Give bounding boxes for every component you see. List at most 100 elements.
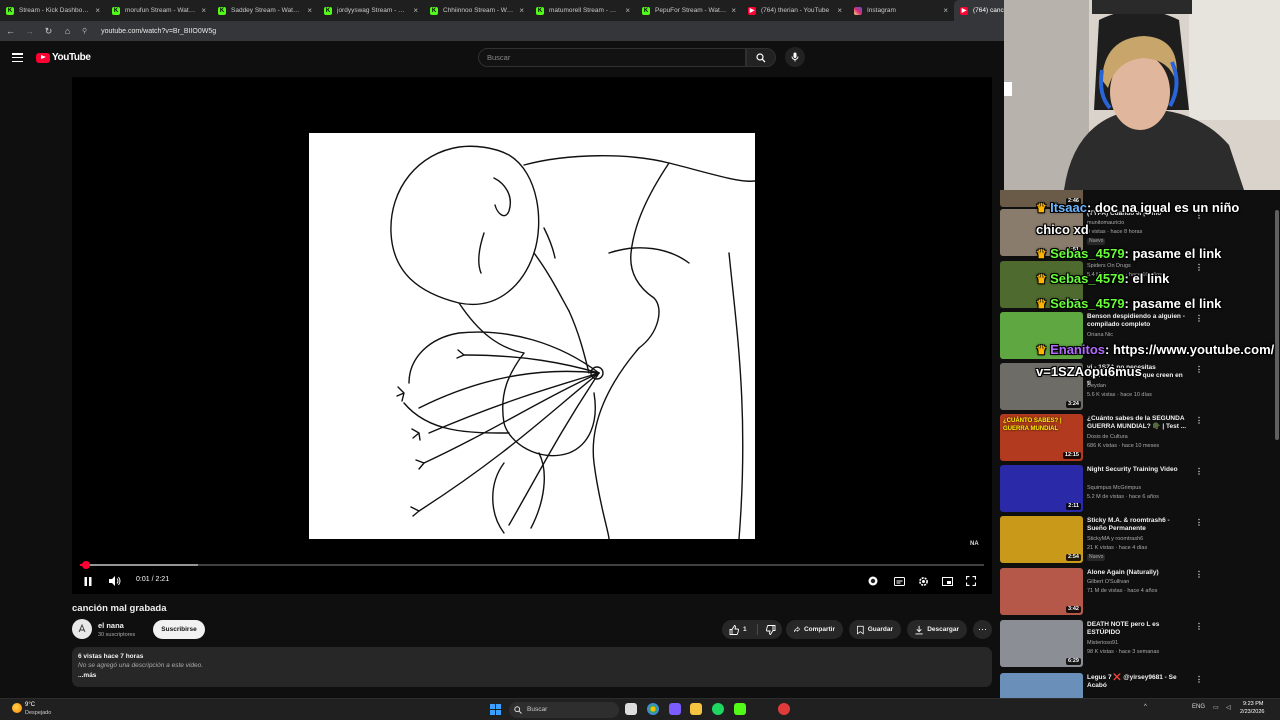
progress-bar[interactable] — [80, 561, 984, 569]
file-explorer-icon[interactable] — [690, 703, 702, 715]
like-button[interactable]: 1 — [722, 620, 756, 639]
app-icon[interactable] — [669, 703, 681, 715]
close-tab-icon[interactable]: × — [625, 6, 630, 15]
autoplay-toggle[interactable] — [866, 574, 880, 588]
menu-icon[interactable] — [12, 53, 23, 63]
kebab-menu-icon[interactable]: ⋮ — [1195, 416, 1203, 425]
browser-tab[interactable]: K Chhiinnoo Stream - Watc × — [424, 0, 530, 21]
forward-icon[interactable]: → — [25, 26, 34, 36]
recommended-video[interactable]: ¿CUÁNTO SABES? | GUERRA MUNDIAL 12:15 ¿Cuá… — [1000, 414, 1270, 464]
browser-tab[interactable]: K Saddey Stream - Watch Li × — [212, 0, 318, 21]
video-player[interactable]: NA 0:01 / 2:21 — [72, 77, 992, 594]
save-button[interactable]: Guardar — [849, 620, 901, 639]
video-thumbnail[interactable]: 2:11 — [1000, 465, 1083, 512]
browser-tab[interactable]: Kmatumorell Stream - Wat × — [530, 0, 636, 21]
recommended-video-title[interactable]: Benson despidiendo a alguien - compilado… — [1087, 313, 1187, 329]
clock-time[interactable]: 9:23 PM — [1243, 701, 1263, 707]
close-tab-icon[interactable]: × — [731, 6, 736, 15]
close-tab-icon[interactable]: × — [95, 6, 100, 15]
recorder-icon[interactable] — [778, 703, 790, 715]
recommended-channel[interactable]: Oriana Nic — [1087, 332, 1113, 338]
tray-overflow-icon[interactable]: ^ — [1144, 704, 1147, 710]
download-button[interactable]: Descargar — [907, 620, 967, 639]
kebab-menu-icon[interactable]: ⋮ — [1195, 570, 1203, 579]
browser-tab[interactable]: ▶(764) canc× — [954, 0, 1004, 21]
close-tab-icon[interactable]: × — [837, 6, 842, 15]
recommended-video[interactable]: 2:11 Night Security Training Video Squimpu… — [1000, 465, 1270, 515]
recommended-video[interactable]: 2:54 Sticky M.A. & roomtrash6 - Sueño Per… — [1000, 516, 1270, 566]
close-tab-icon[interactable]: × — [413, 6, 418, 15]
kebab-menu-icon[interactable]: ⋮ — [1195, 365, 1203, 374]
recommended-channel[interactable]: Deydan — [1087, 383, 1106, 389]
video-thumbnail[interactable]: 2:54 — [1000, 516, 1083, 563]
settings-button[interactable] — [916, 574, 930, 588]
kebab-menu-icon[interactable]: ⋮ — [1195, 263, 1203, 272]
clock-date[interactable]: 2/23/2026 — [1240, 709, 1264, 715]
subtitles-button[interactable] — [892, 574, 906, 588]
weather-sun-icon[interactable] — [12, 703, 22, 713]
recommended-channel[interactable]: Spiders On Drugs — [1087, 263, 1131, 269]
more-actions-button[interactable]: ⋯ — [973, 620, 992, 639]
chrome-icon[interactable] — [647, 703, 659, 715]
home-icon[interactable]: ⌂ — [63, 26, 72, 36]
kebab-menu-icon[interactable]: ⋮ — [1195, 467, 1203, 476]
recommended-video-title[interactable]: Alone Again (Naturally) — [1087, 569, 1187, 577]
youtube-logo[interactable]: YouTube — [36, 52, 91, 63]
search-button[interactable] — [746, 48, 776, 67]
video-thumbnail[interactable]: 6:29 — [1000, 620, 1083, 667]
close-tab-icon[interactable]: × — [201, 6, 206, 15]
recommended-channel[interactable]: Gilbert O'Sullivan — [1087, 579, 1129, 585]
network-icon[interactable]: ▭ — [1213, 704, 1219, 711]
dislike-button[interactable] — [759, 620, 782, 639]
recommended-video[interactable]: Legus 7 ❌ @yirsey9681 - Se Acabó ⋮ — [1000, 673, 1270, 700]
browser-tab[interactable]: Kmorufun Stream - Watch L × — [106, 0, 212, 21]
recommended-channel[interactable]: munitomauricio — [1087, 220, 1124, 226]
recommended-channel[interactable]: Misterioso91 — [1087, 640, 1118, 646]
close-tab-icon[interactable]: × — [943, 6, 948, 15]
kebab-menu-icon[interactable]: ⋮ — [1195, 518, 1203, 527]
channel-avatar[interactable] — [72, 619, 92, 639]
kebab-menu-icon[interactable]: ⋮ — [1195, 314, 1203, 323]
search-input[interactable]: Buscar — [478, 48, 746, 67]
recommended-video[interactable]: 6:29 DEATH NOTE pero L es ESTÚPIDO Misteri… — [1000, 620, 1270, 670]
video-thumbnail[interactable]: ¿CUÁNTO SABES? | GUERRA MUNDIAL 12:15 — [1000, 414, 1083, 461]
recommended-video-title[interactable]: DEATH NOTE pero L es ESTÚPIDO — [1087, 621, 1187, 637]
taskbar-search[interactable]: Buscar — [509, 702, 619, 718]
kebab-menu-icon[interactable]: ⋮ — [1195, 675, 1203, 684]
volume-button[interactable] — [108, 574, 122, 588]
progress-scrubber[interactable] — [82, 561, 91, 569]
recommended-video-title[interactable]: Night Security Training Video — [1087, 466, 1187, 474]
kebab-menu-icon[interactable]: ⋮ — [1195, 622, 1203, 631]
browser-tab[interactable]: Kjordyyswag Stream - Watc × — [318, 0, 424, 21]
spotify-icon[interactable] — [712, 703, 724, 715]
description-more-link[interactable]: ...más — [78, 672, 986, 679]
subscribe-button[interactable]: Suscribirse — [153, 620, 205, 639]
recommended-channel[interactable]: Dosis de Cultura — [1087, 434, 1128, 440]
browser-tab[interactable]: K PepuFor Stream - Watch L × — [636, 0, 742, 21]
recommended-video-title[interactable]: Sticky M.A. & roomtrash6 - Sueño Permane… — [1087, 517, 1187, 533]
volume-tray-icon[interactable]: ◁ — [1226, 704, 1231, 711]
close-tab-icon[interactable]: × — [307, 6, 312, 15]
recommended-channel[interactable]: StickyMA y roomtrash6 — [1087, 536, 1143, 542]
browser-tab[interactable]: ▶ (764) therian - YouTube × — [742, 0, 848, 21]
back-icon[interactable]: ← — [6, 26, 15, 36]
video-thumbnail[interactable] — [1000, 673, 1083, 700]
browser-tab[interactable]: K Stream - Kick Dashboard × — [0, 0, 106, 21]
fullscreen-button[interactable] — [964, 574, 978, 588]
windows-start-icon[interactable] — [490, 704, 501, 715]
kick-app-icon[interactable] — [734, 703, 746, 715]
share-button[interactable]: Compartir — [786, 620, 843, 639]
recommended-video-title[interactable]: Legus 7 ❌ @yirsey9681 - Se Acabó — [1087, 674, 1187, 690]
pause-button[interactable] — [82, 574, 94, 588]
page-scrollbar[interactable] — [1274, 190, 1280, 700]
recommended-video-title[interactable]: ¿Cuánto sabes de la SEGUNDA GUERRA MUNDI… — [1087, 415, 1187, 431]
video-thumbnail[interactable]: 3:42 — [1000, 568, 1083, 615]
description-box[interactable]: 6 vistas hace 7 horas No se agregó una d… — [72, 647, 992, 687]
address-bar-url[interactable]: youtube.com/watch?v=Br_BIIO0W5g — [101, 28, 216, 35]
reload-icon[interactable]: ↻ — [44, 26, 53, 37]
close-tab-icon[interactable]: × — [519, 6, 524, 15]
recommended-video[interactable]: 3:42 Alone Again (Naturally) Gilbert O'Sul… — [1000, 568, 1270, 618]
recommended-channel[interactable]: Squimpus McGrimpus — [1087, 485, 1141, 491]
language-indicator[interactable]: ENG — [1192, 704, 1205, 710]
miniplayer-button[interactable] — [940, 574, 954, 588]
